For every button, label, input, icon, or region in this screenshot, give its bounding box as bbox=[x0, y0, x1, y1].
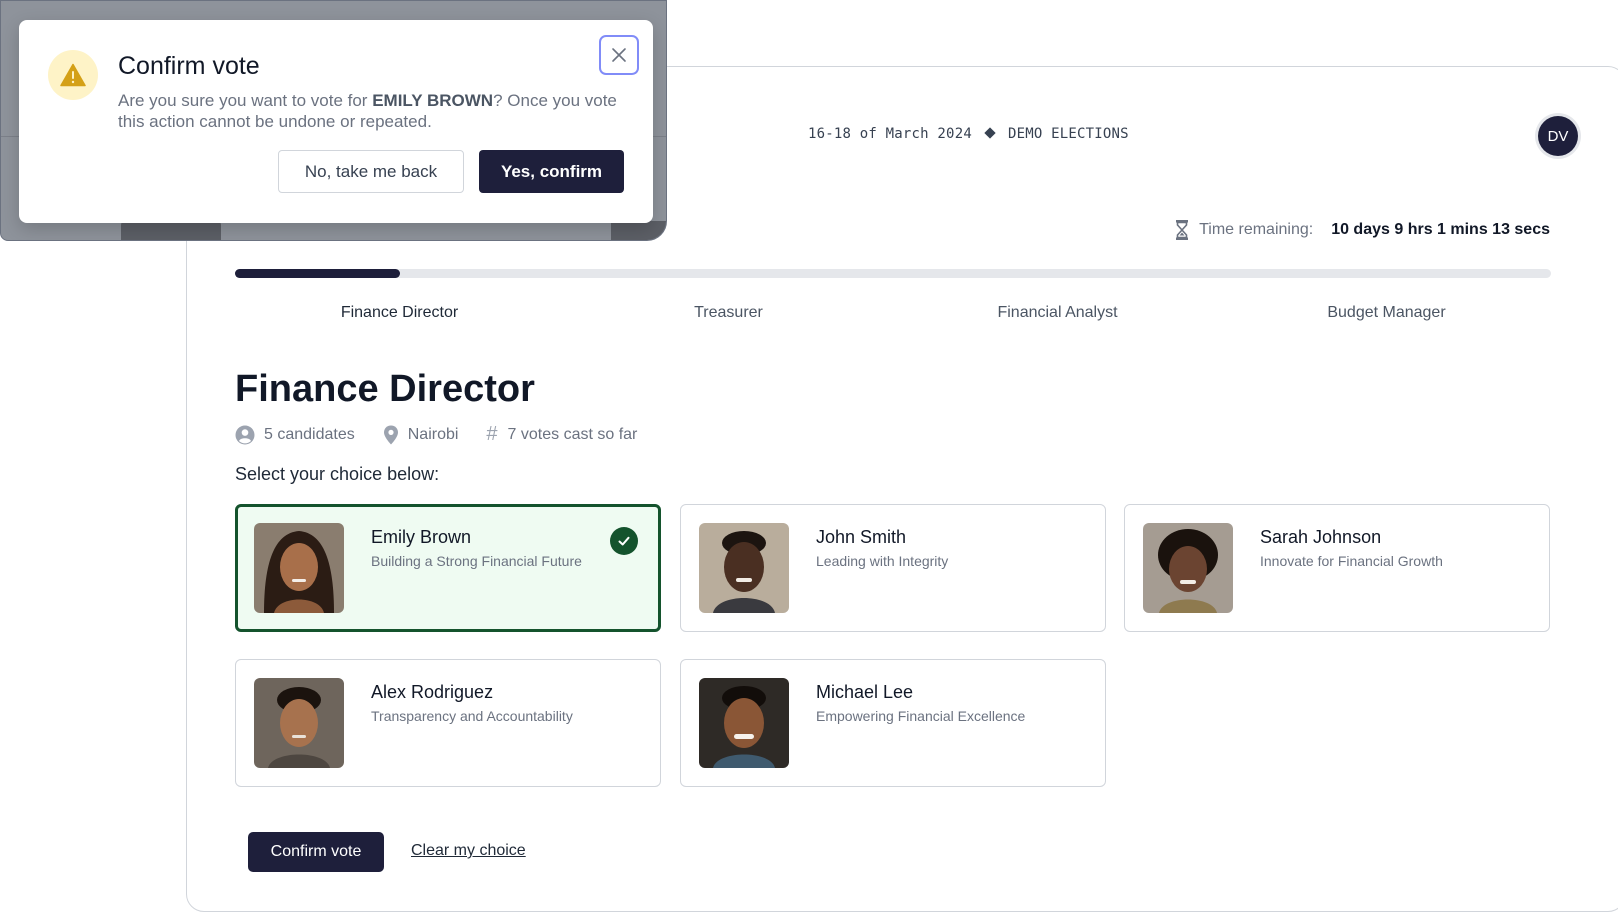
candidate-card-emily-brown[interactable]: Emily Brown Building a Strong Financial … bbox=[235, 504, 661, 632]
candidates-count: 5 candidates bbox=[264, 425, 355, 443]
candidate-name: John Smith bbox=[816, 527, 907, 547]
candidate-card-michael-lee[interactable]: Michael Lee Empowering Financial Excelle… bbox=[680, 659, 1106, 787]
confirm-vote-dialog: Confirm vote Are you sure you want to vo… bbox=[19, 20, 653, 223]
yes-confirm-button[interactable]: Yes, confirm bbox=[479, 150, 624, 193]
take-me-back-button[interactable]: No, take me back bbox=[278, 150, 464, 193]
votes-cast-info: # 7 votes cast so far bbox=[486, 423, 637, 446]
warning-icon bbox=[60, 63, 86, 87]
backdrop-shape bbox=[121, 221, 221, 240]
map-pin-icon bbox=[383, 425, 398, 444]
position-tabs: Finance Director Treasurer Financial Ana… bbox=[235, 304, 1551, 322]
candidates-count-info: 5 candidates bbox=[235, 425, 355, 445]
hourglass-icon bbox=[1176, 220, 1189, 240]
candidate-photo bbox=[699, 678, 789, 768]
tab-financial-analyst[interactable]: Financial Analyst bbox=[893, 304, 1222, 322]
close-icon bbox=[612, 48, 626, 62]
candidate-card-sarah-johnson[interactable]: Sarah Johnson Innovate for Financial Gro… bbox=[1124, 504, 1550, 632]
election-date: 16-18 of March 2024 bbox=[808, 126, 972, 142]
user-avatar[interactable]: DV bbox=[1538, 116, 1578, 156]
user-circle-icon bbox=[235, 425, 255, 444]
candidate-card-alex-rodriguez[interactable]: Alex Rodriguez Transparency and Accounta… bbox=[235, 659, 661, 787]
candidate-slogan: Leading with Integrity bbox=[816, 553, 949, 569]
location: Nairobi bbox=[407, 425, 459, 443]
position-title: Finance Director bbox=[235, 368, 535, 410]
candidate-photo bbox=[699, 523, 789, 613]
check-icon bbox=[610, 527, 638, 555]
candidate-slogan: Building a Strong Financial Future bbox=[371, 553, 582, 569]
time-remaining: Time remaining: 10 days 9 hrs 1 mins 13 … bbox=[1175, 220, 1550, 240]
page: 16-18 of March 2024 DEMO ELECTIONS DV Tim… bbox=[0, 0, 1618, 913]
candidate-name: Alex Rodriguez bbox=[371, 682, 494, 702]
dialog-message: Are you sure you want to vote for EMILY … bbox=[118, 90, 618, 132]
avatar-initials: DV bbox=[1547, 127, 1569, 145]
dialog-message-start: Are you sure you want to vote for bbox=[118, 91, 373, 110]
progress-fill bbox=[235, 269, 400, 278]
election-meta: 16-18 of March 2024 DEMO ELECTIONS bbox=[808, 126, 1129, 142]
dialog-candidate-name: EMILY BROWN bbox=[372, 91, 494, 110]
election-name: DEMO ELECTIONS bbox=[1007, 126, 1129, 142]
time-remaining-label: Time remaining: bbox=[1199, 221, 1314, 238]
selection-prompt: Select your choice below: bbox=[235, 464, 440, 484]
clear-choice-link[interactable]: Clear my choice bbox=[411, 842, 526, 860]
candidate-photo bbox=[254, 523, 344, 613]
candidate-name: Emily Brown bbox=[371, 527, 472, 547]
candidate-name: Michael Lee bbox=[816, 682, 914, 702]
tab-treasurer[interactable]: Treasurer bbox=[564, 304, 893, 322]
candidate-photo bbox=[1143, 523, 1233, 613]
close-dialog-button[interactable] bbox=[599, 35, 639, 75]
tab-budget-manager[interactable]: Budget Manager bbox=[1222, 304, 1551, 322]
diamond-icon bbox=[984, 127, 996, 139]
dialog-title: Confirm vote bbox=[118, 52, 260, 80]
candidate-photo bbox=[254, 678, 344, 768]
candidate-name: Sarah Johnson bbox=[1260, 527, 1382, 547]
hash-icon: # bbox=[486, 423, 498, 445]
location-info: Nairobi bbox=[383, 425, 459, 445]
votes-cast: 7 votes cast so far bbox=[507, 425, 638, 443]
candidate-card-john-smith[interactable]: John Smith Leading with Integrity bbox=[680, 504, 1106, 632]
position-info: 5 candidates Nairobi # 7 votes cast so f… bbox=[235, 423, 665, 446]
tab-finance-director[interactable]: Finance Director bbox=[235, 304, 564, 322]
modal-backdrop[interactable]: Confirm vote Are you sure you want to vo… bbox=[0, 0, 667, 241]
backdrop-shape bbox=[611, 221, 666, 240]
time-remaining-value: 10 days 9 hrs 1 mins 13 secs bbox=[1331, 221, 1550, 238]
candidate-slogan: Transparency and Accountability bbox=[371, 708, 573, 724]
candidate-slogan: Innovate for Financial Growth bbox=[1260, 553, 1443, 569]
candidate-slogan: Empowering Financial Excellence bbox=[816, 708, 1026, 724]
progress-bar bbox=[235, 269, 1551, 278]
warning-icon-badge bbox=[48, 50, 98, 100]
confirm-vote-button[interactable]: Confirm vote bbox=[248, 832, 384, 872]
